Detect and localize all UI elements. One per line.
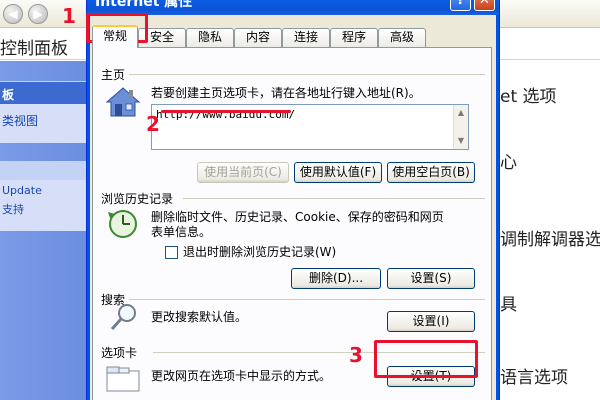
close-button[interactable]: ✕ bbox=[474, 0, 495, 11]
tab-advanced[interactable]: 高级 bbox=[378, 28, 426, 47]
use-blank-button[interactable]: 使用空白页(B) bbox=[387, 162, 475, 183]
history-clock-icon bbox=[108, 210, 137, 238]
step-1-marker: 1 bbox=[62, 4, 76, 28]
use-default-button[interactable]: 使用默认值(F) bbox=[294, 162, 382, 183]
section-divider bbox=[129, 299, 485, 300]
tabbed-window-icon bbox=[106, 366, 140, 392]
modem-options-item[interactable]: 调制解调器选 bbox=[500, 225, 600, 250]
home-section-title: 主页 bbox=[101, 68, 126, 82]
help-icon: ? bbox=[456, 0, 465, 8]
tab-strip: 常规 安全 隐私 内容 连接 程序 高级 bbox=[90, 25, 496, 48]
search-description: 更改搜索默认值。 bbox=[151, 310, 248, 324]
forward-button[interactable]: ▶ bbox=[28, 4, 48, 24]
scroll-down-icon[interactable]: ▼ bbox=[456, 136, 466, 145]
search-settings-button[interactable]: 设置(I) bbox=[387, 311, 475, 332]
control-panel-item[interactable]: 心 bbox=[500, 148, 517, 173]
home-instruction: 若要创建主页选项卡，请在各地址行键入地址(R)。 bbox=[151, 86, 421, 100]
forward-arrow-icon: ▶ bbox=[33, 7, 43, 21]
help-support-link[interactable]: 支持 bbox=[0, 199, 86, 218]
back-arrow-icon: ◀ bbox=[8, 7, 18, 21]
help-button[interactable]: ? bbox=[450, 0, 471, 11]
tab-privacy[interactable]: 隐私 bbox=[186, 28, 234, 47]
tab-general[interactable]: 常规 bbox=[92, 25, 138, 48]
tools-item[interactable]: 具 bbox=[500, 290, 517, 315]
step-2-marker: 2 bbox=[146, 112, 160, 136]
house-icon bbox=[105, 87, 141, 117]
section-divider bbox=[129, 74, 485, 75]
delete-on-exit-label[interactable]: 退出时删除浏览历史记录(W) bbox=[183, 245, 336, 260]
windows-update-link[interactable]: Update bbox=[0, 180, 86, 199]
history-description-line1: 删除临时文件、历史记录、Cookie、保存的密码和网页 bbox=[151, 210, 444, 224]
use-current-page-button[interactable]: 使用当前页(C) bbox=[197, 162, 289, 183]
tab-content[interactable]: 内容 bbox=[234, 28, 282, 47]
dialog-title: Internet 属性 bbox=[95, 0, 193, 10]
control-panel-task-panel: 板 类视图 bbox=[0, 81, 86, 143]
section-divider bbox=[183, 198, 485, 199]
delete-on-exit-checkbox[interactable] bbox=[165, 246, 178, 259]
history-section-title: 浏览历史记录 bbox=[101, 192, 174, 206]
dialog-titlebar[interactable]: Internet 属性 ? ✕ bbox=[87, 0, 499, 15]
homepage-scrollbar[interactable]: ▲ ▼ bbox=[453, 105, 468, 149]
history-description-line2: 表单信息。 bbox=[151, 225, 212, 239]
tab-connections[interactable]: 连接 bbox=[282, 28, 330, 47]
see-also-header[interactable] bbox=[0, 162, 86, 180]
tabs-description: 更改网页在选项卡中显示的方式。 bbox=[151, 369, 332, 383]
scroll-up-icon[interactable]: ▲ bbox=[456, 108, 466, 117]
see-also-panel: Update 支持 bbox=[0, 161, 86, 231]
language-options-item[interactable]: 语言选项 bbox=[500, 363, 568, 388]
tabs-section-title: 选项卡 bbox=[101, 346, 138, 360]
internet-options-item[interactable]: et 选项 bbox=[500, 82, 557, 107]
task-pane: 板 类视图 Update 支持 bbox=[0, 61, 86, 400]
delete-history-button[interactable]: 删除(D)... bbox=[291, 268, 381, 289]
magnifier-icon bbox=[110, 304, 136, 331]
url-highlight-underline bbox=[161, 110, 291, 113]
switch-view-link[interactable]: 类视图 bbox=[0, 104, 86, 129]
back-button[interactable]: ◀ bbox=[3, 4, 23, 24]
close-icon: ✕ bbox=[479, 0, 490, 8]
address-text: 控制面板 bbox=[0, 39, 68, 59]
history-settings-button[interactable]: 设置(S) bbox=[387, 268, 475, 289]
tab-programs[interactable]: 程序 bbox=[330, 28, 378, 47]
step-3-marker: 3 bbox=[349, 343, 363, 367]
tabs-settings-highlight bbox=[374, 340, 478, 378]
task-panel-header[interactable]: 板 bbox=[0, 82, 86, 104]
